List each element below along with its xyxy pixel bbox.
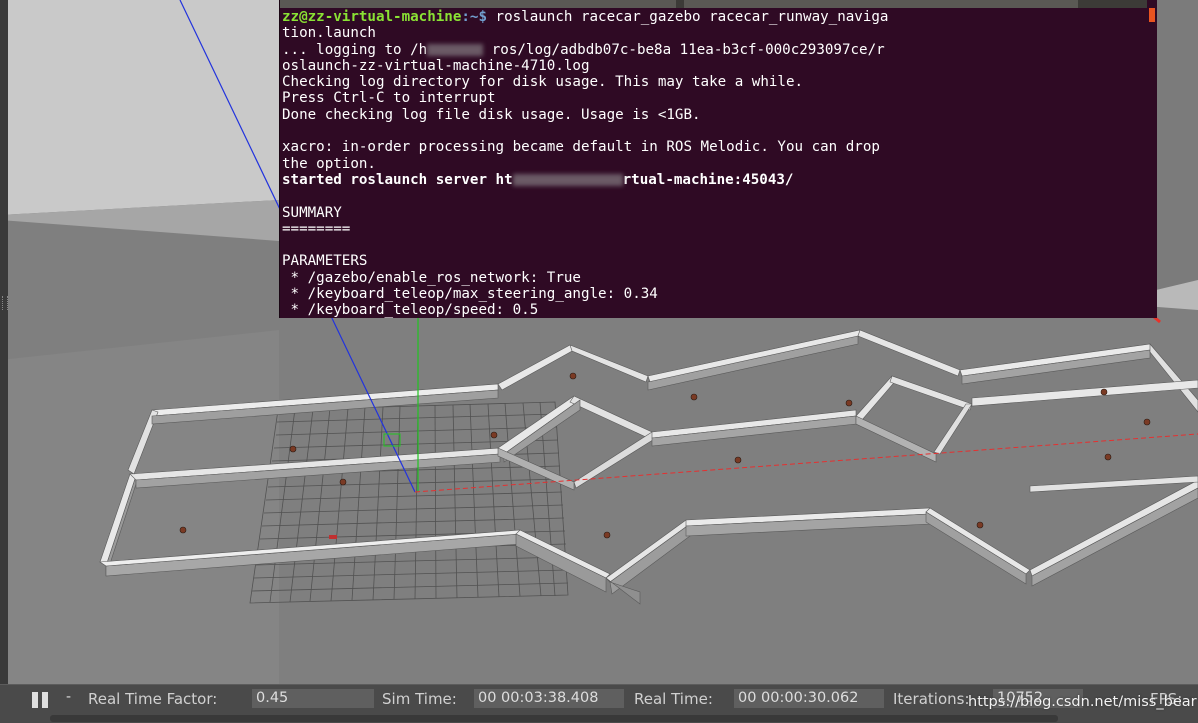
terminal-line: ​ <box>282 188 1144 204</box>
terminal-tab-2[interactable] <box>684 0 1078 8</box>
rtf-label: Real Time Factor: <box>88 690 218 708</box>
prompt-path: :~$ <box>461 9 487 25</box>
real-time-label: Real Time: <box>634 690 713 708</box>
terminal-line: oslaunch-zz-virtual-machine-4710.log <box>282 57 590 74</box>
terminal-line: xacro: in-order processing became defaul… <box>282 139 880 156</box>
redacted-text <box>427 43 484 56</box>
left-panel-edge[interactable] <box>0 0 8 684</box>
terminal-line: PARAMETERS <box>282 253 368 270</box>
terminal-line: tion.launch <box>282 25 376 42</box>
command-text: roslaunch racecar_gazebo racecar_runway_… <box>487 9 889 25</box>
terminal-scrollbar[interactable] <box>1147 0 1157 318</box>
terminal-scroll-thumb[interactable] <box>1149 8 1155 22</box>
terminal-output: zz@zz-virtual-machine:~$ roslaunch racec… <box>282 9 1144 318</box>
pause-button[interactable] <box>30 692 52 710</box>
terminal-line: ======== <box>282 220 351 237</box>
terminal-prompt-line: zz@zz-virtual-machine:~$ roslaunch racec… <box>282 9 1144 25</box>
horizontal-scrollbar[interactable] <box>50 715 1058 722</box>
terminal-line: ​ <box>282 237 1144 253</box>
terminal-line: ... logging to /h ros/log/adbdb07c-be8a … <box>282 41 885 58</box>
sim-time-label: Sim Time: <box>382 690 457 708</box>
terminal-line-server: started roslaunch server ht rtual-machine… <box>282 171 794 188</box>
panel-grip-handle[interactable] <box>2 296 8 310</box>
terminal-line: the option. <box>282 155 376 172</box>
pause-icon <box>32 692 38 708</box>
terminal-line: Checking log directory for disk usage. T… <box>282 74 804 91</box>
iterations-label: Iterations: <box>893 690 970 708</box>
real-time-value: 00 00:00:30.062 <box>734 689 884 708</box>
terminal-line: * /gazebo/enable_ros_network: True <box>282 269 581 286</box>
terminal-tab-bar <box>280 0 1157 8</box>
racecar-model <box>329 535 337 539</box>
terminal-window[interactable]: zz@zz-virtual-machine:~$ roslaunch racec… <box>279 0 1157 318</box>
step-button[interactable]: - <box>66 689 71 705</box>
terminal-line: Done checking log file disk usage. Usage… <box>282 106 701 123</box>
prompt-user: zz@zz-virtual-machine <box>282 9 462 25</box>
redacted-text <box>512 173 623 186</box>
terminal-line: * /keyboard_teleop/max_steering_angle: 0… <box>282 286 658 303</box>
terminal-tab-1[interactable] <box>280 0 676 8</box>
backdrop-wall <box>0 0 279 215</box>
terminal-line: Press Ctrl-C to interrupt <box>282 90 496 107</box>
terminal-line: SUMMARY <box>282 204 342 221</box>
terminal-line: * /keyboard_teleop/speed: 0.5 <box>282 302 539 318</box>
rtf-value: 0.45 <box>252 689 374 708</box>
sim-time-value: 00 00:03:38.408 <box>474 689 624 708</box>
terminal-line: ​ <box>282 123 1144 139</box>
watermark: https://blog.csdn.net/miss_bear <box>968 694 1197 710</box>
